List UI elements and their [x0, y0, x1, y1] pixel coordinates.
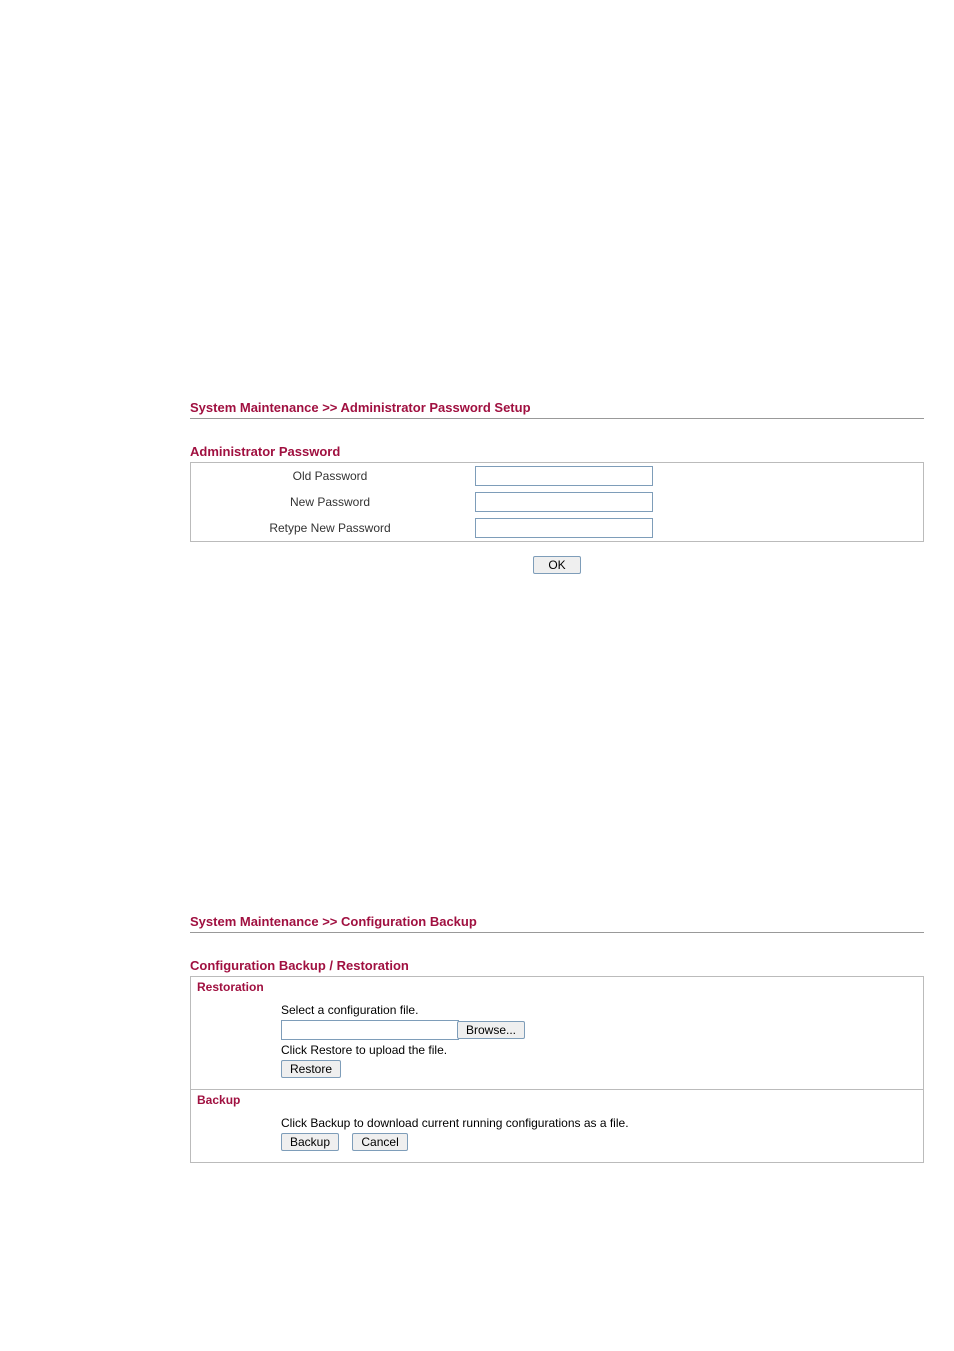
config-backup-table: Restoration Select a configuration file.…	[190, 976, 924, 1163]
config-backup-section: System Maintenance >> Configuration Back…	[190, 914, 924, 1163]
panel-title-config-backup: Configuration Backup / Restoration	[190, 958, 924, 973]
old-password-input[interactable]	[475, 466, 653, 486]
select-file-text: Select a configuration file.	[281, 1003, 917, 1017]
admin-password-section: System Maintenance >> Administrator Pass…	[190, 400, 924, 574]
cancel-button[interactable]: Cancel	[352, 1133, 407, 1151]
breadcrumb-admin-password: System Maintenance >> Administrator Pass…	[190, 400, 924, 419]
browse-button[interactable]: Browse...	[457, 1021, 525, 1039]
config-file-input[interactable]	[281, 1020, 459, 1040]
new-password-label: New Password	[191, 489, 470, 515]
backup-header: Backup	[191, 1090, 924, 1111]
ok-button[interactable]: OK	[533, 556, 580, 574]
backup-button[interactable]: Backup	[281, 1133, 339, 1151]
click-backup-text: Click Backup to download current running…	[281, 1116, 917, 1130]
panel-title-admin-password: Administrator Password	[190, 444, 924, 459]
click-restore-text: Click Restore to upload the file.	[281, 1043, 917, 1057]
retype-password-input[interactable]	[475, 518, 653, 538]
restore-button[interactable]: Restore	[281, 1060, 341, 1078]
breadcrumb-config-backup: System Maintenance >> Configuration Back…	[190, 914, 924, 933]
old-password-label: Old Password	[191, 463, 470, 490]
new-password-input[interactable]	[475, 492, 653, 512]
restoration-header: Restoration	[191, 977, 924, 998]
retype-password-label: Retype New Password	[191, 515, 470, 542]
admin-password-table: Old Password New Password Retype New Pas…	[190, 462, 924, 542]
